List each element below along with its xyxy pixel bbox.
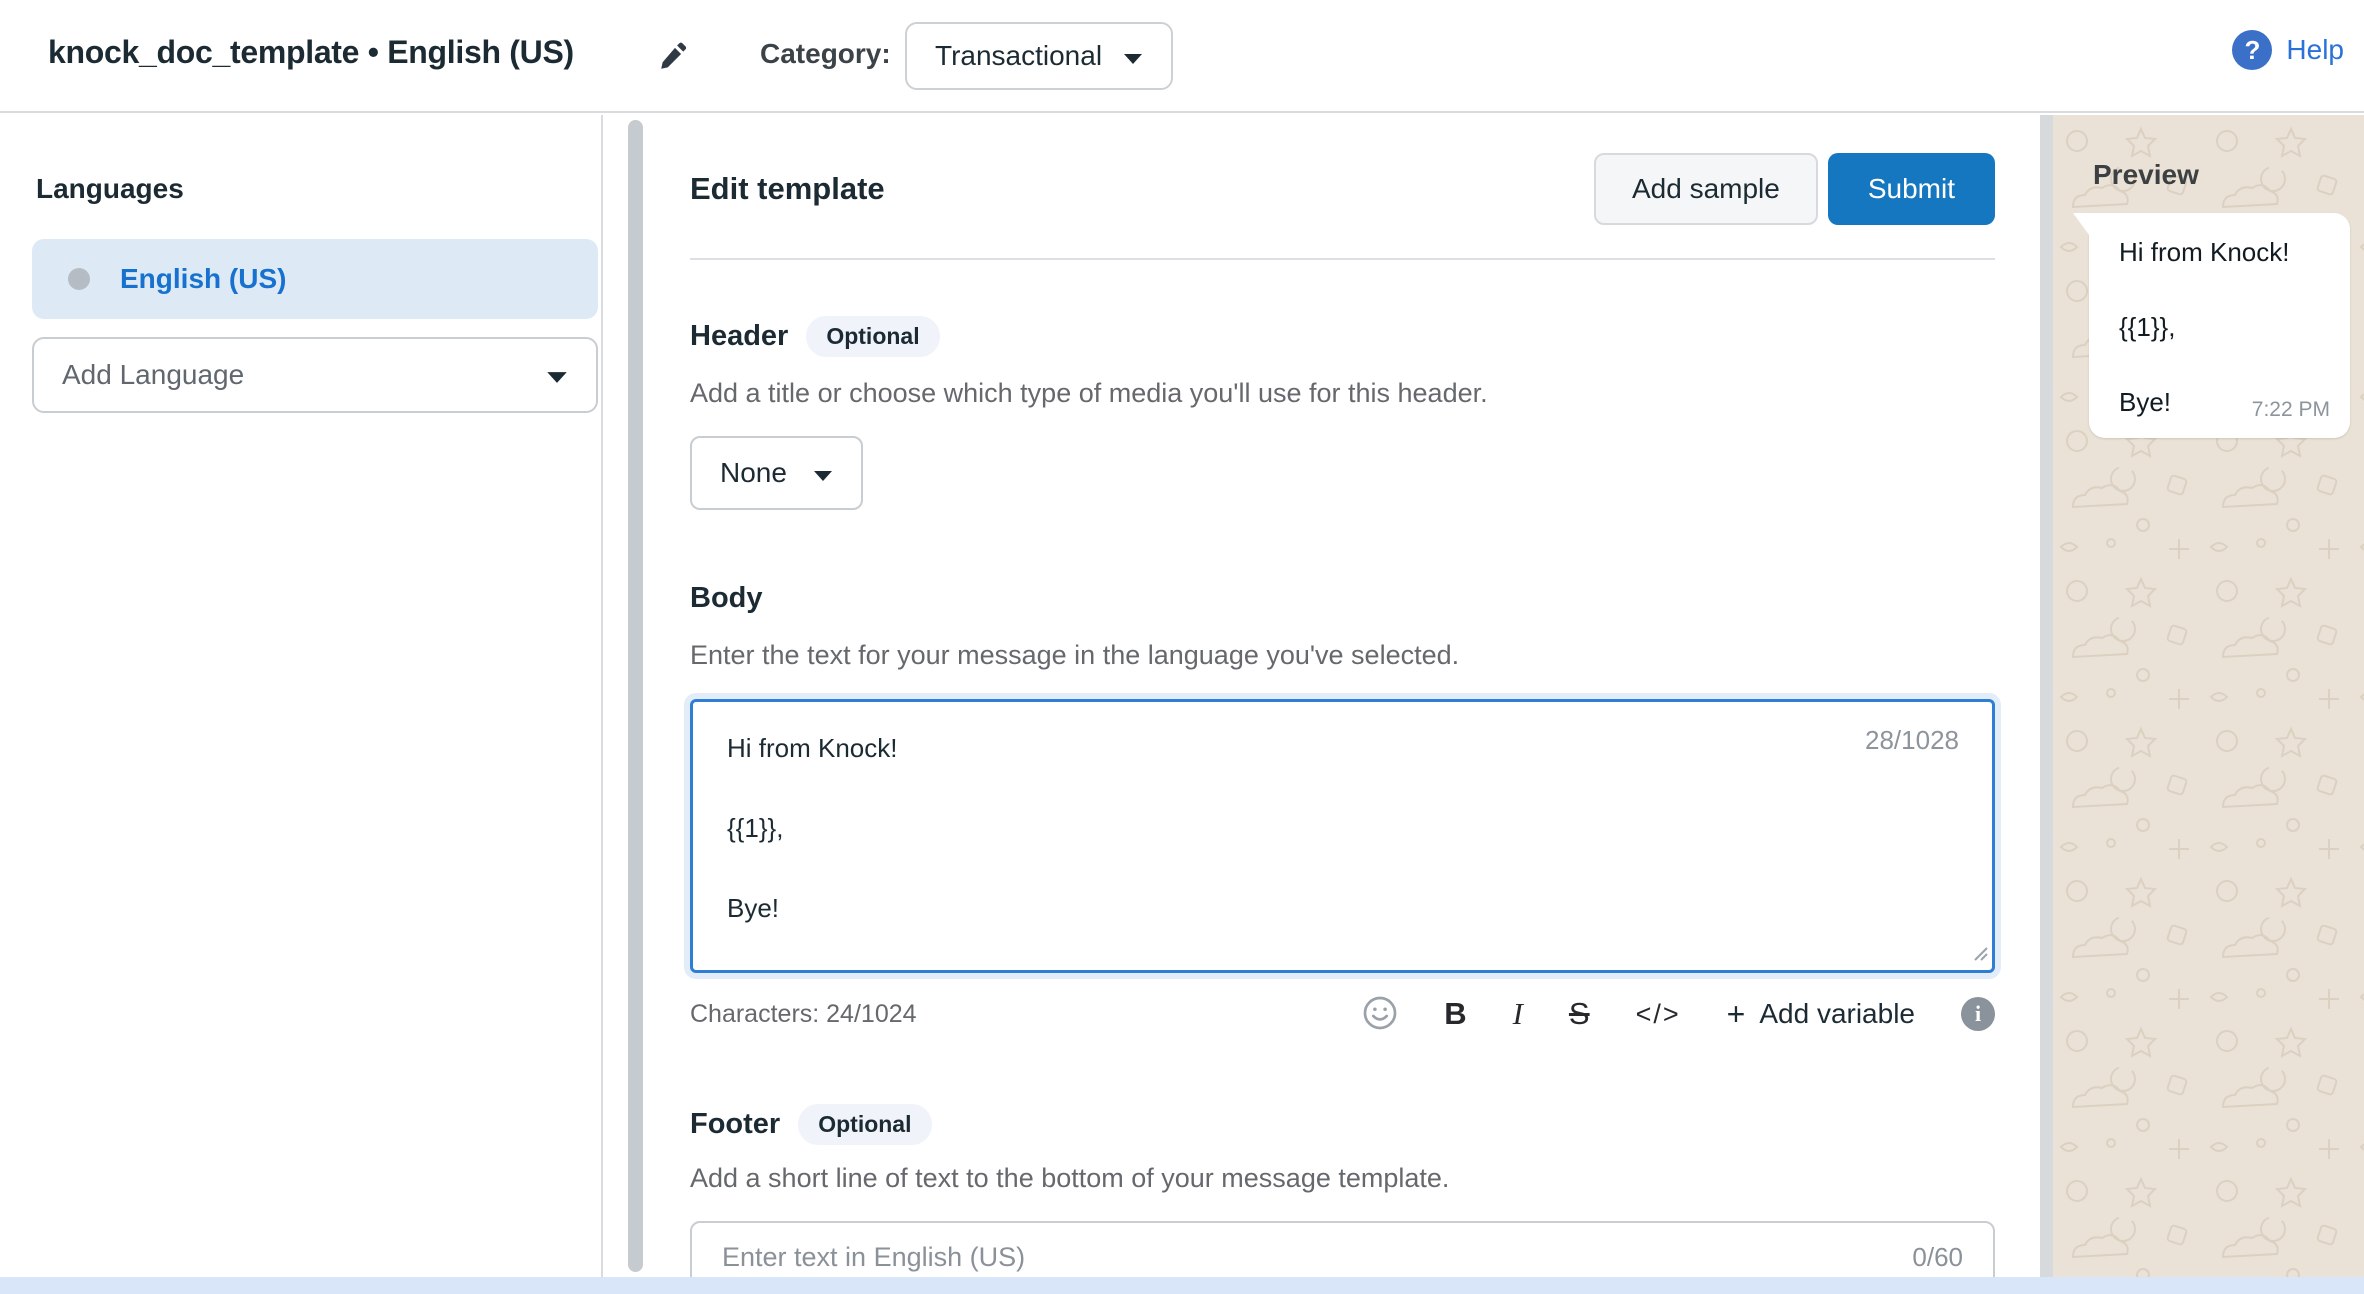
top-bar: knock_doc_template • English (US) Catego… (0, 0, 2364, 113)
help-label: Help (2286, 34, 2344, 66)
edit-template-name-button[interactable] (650, 36, 694, 80)
add-variable-label: Add variable (1759, 998, 1915, 1030)
edit-template-title: Edit template (690, 171, 885, 207)
add-sample-button[interactable]: Add sample (1594, 153, 1818, 225)
emoji-button[interactable] (1362, 995, 1398, 1034)
help-button[interactable]: ? Help (2232, 30, 2344, 70)
footer-character-counter: 0/60 (1912, 1242, 1963, 1273)
add-language-dropdown[interactable]: Add Language (32, 337, 598, 413)
pencil-icon (655, 62, 689, 77)
characters-count-label: Characters: 24/1024 (690, 1000, 917, 1029)
footer-text-input[interactable] (722, 1242, 1912, 1273)
add-variable-button[interactable]: + Add variable (1727, 996, 1915, 1033)
sidebar-divider (601, 115, 603, 1277)
preview-message-line: Hi from Knock! (2119, 237, 2328, 268)
body-section-title: Body (690, 582, 763, 615)
category-label: Category: (760, 38, 891, 70)
code-button[interactable]: </> (1636, 999, 1681, 1030)
languages-sidebar: Languages English (US) Add Language (0, 115, 602, 1277)
body-textarea[interactable]: Hi from Knock! {{1}}, Bye! (690, 699, 1995, 973)
header-section-description: Add a title or choose which type of medi… (690, 378, 1488, 409)
preview-timestamp: 7:22 PM (2252, 398, 2330, 422)
header-section-title: Header (690, 320, 788, 353)
chevron-down-icon (813, 457, 833, 489)
strikethrough-button[interactable]: S (1569, 996, 1590, 1032)
body-section-description: Enter the text for your message in the l… (690, 640, 1459, 671)
preview-heading: Preview (2093, 159, 2199, 191)
page-title: knock_doc_template • English (US) (48, 34, 574, 71)
languages-heading: Languages (36, 173, 184, 205)
header-optional-badge: Optional (806, 316, 939, 357)
sidebar-item-english-us[interactable]: English (US) (32, 239, 598, 319)
footer-section-description: Add a short line of text to the bottom o… (690, 1163, 1449, 1194)
question-mark-icon: ? (2232, 30, 2272, 70)
chevron-down-icon (1123, 40, 1143, 72)
bold-button[interactable]: B (1444, 996, 1466, 1032)
preview-message-line: {{1}}, (2119, 312, 2328, 343)
chevron-down-icon (546, 359, 568, 391)
smiley-icon (1362, 995, 1398, 1034)
header-type-dropdown[interactable]: None (690, 436, 863, 510)
plus-icon: + (1727, 996, 1746, 1033)
header-divider (690, 258, 1995, 260)
italic-button[interactable]: I (1513, 996, 1523, 1032)
message-preview-bubble: Hi from Knock! {{1}}, Bye! 7:22 PM (2089, 213, 2350, 438)
language-status-dot-icon (68, 268, 90, 290)
language-item-label: English (US) (120, 263, 286, 295)
bottom-page-strip (0, 1277, 2364, 1294)
preview-panel: Preview Hi from Knock! {{1}}, Bye! 7:22 … (2053, 115, 2364, 1277)
sidebar-scrollbar[interactable] (628, 120, 643, 1272)
editor-scrollbar[interactable] (2040, 115, 2053, 1277)
category-dropdown-value: Transactional (935, 40, 1102, 72)
add-language-placeholder: Add Language (62, 359, 244, 391)
header-type-dropdown-value: None (720, 457, 787, 489)
bubble-tail (2073, 213, 2089, 235)
footer-section-title: Footer (690, 1108, 780, 1141)
footer-optional-badge: Optional (798, 1104, 931, 1145)
category-dropdown[interactable]: Transactional (905, 22, 1173, 90)
submit-button[interactable]: Submit (1828, 153, 1995, 225)
info-icon[interactable]: i (1961, 997, 1995, 1031)
